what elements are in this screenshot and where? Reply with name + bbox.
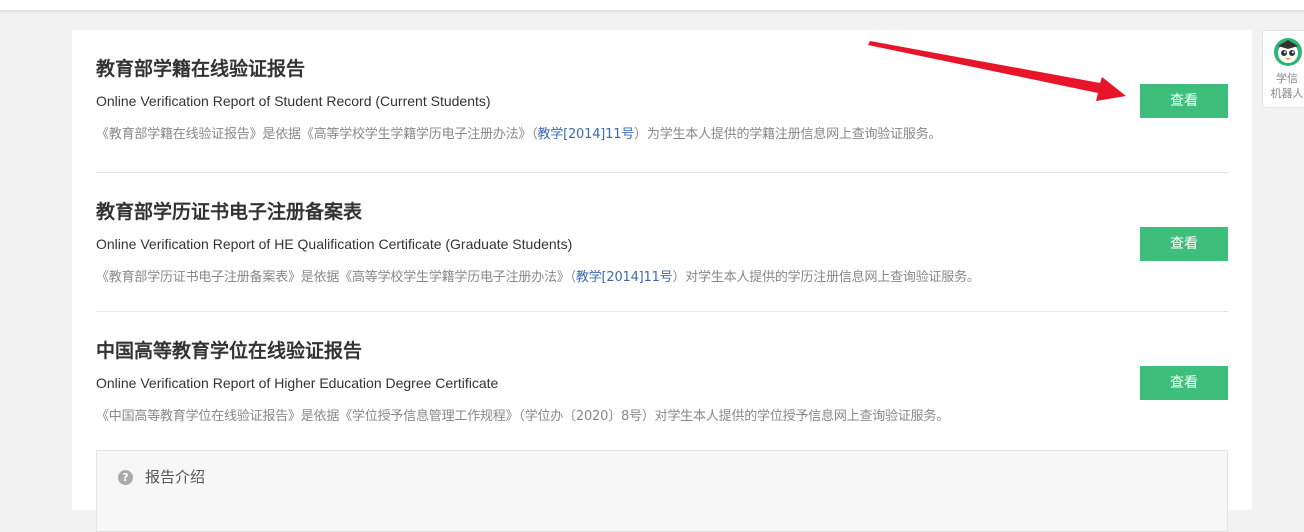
report-list-card: 教育部学籍在线验证报告 Online Verification Report o… [72,30,1252,532]
description-text: 《教育部学籍在线验证报告》是依据《高等学校学生学籍学历电子注册办法》（ [96,127,538,142]
robot-label-line2: 机器人 [1270,87,1304,100]
report-description: 《中国高等教育学位在线验证报告》是依据《学位授予信息管理工作规程》（学位办〔20… [96,408,949,426]
description-text: 《教育部学历证书电子注册备案表》是依据《高等学校学生学籍学历电子注册办法》（ [96,270,576,285]
robot-label-line1: 学信 [1276,72,1298,85]
view-button[interactable]: 查看 [1140,366,1228,400]
top-header-bar [0,0,1304,10]
view-button[interactable]: 查看 [1140,227,1228,261]
report-title-cn: 中国高等教育学位在线验证报告 [96,340,363,362]
description-text: ）为学生本人提供的学籍注册信息网上查询验证服务。 [634,127,942,142]
report-intro-panel[interactable]: ? 报告介绍 [96,450,1228,532]
report-title-en: Online Verification Report of Higher Edu… [96,375,499,391]
regulation-link[interactable]: 教学[2014]11号 [576,270,673,285]
report-item-qualification-certificate: 教育部学历证书电子注册备案表 Online Verification Repor… [96,173,1228,312]
report-title-cn: 教育部学历证书电子注册备案表 [96,201,363,223]
description-text: ）对学生本人提供的学历注册信息网上查询验证服务。 [672,270,980,285]
report-title-en: Online Verification Report of Student Re… [96,93,491,109]
report-description: 《教育部学历证书电子注册备案表》是依据《高等学校学生学籍学历电子注册办法》（教学… [96,269,980,287]
report-item-degree-certificate: 中国高等教育学位在线验证报告 Online Verification Repor… [96,312,1228,450]
regulation-link[interactable]: 教学[2014]11号 [538,127,635,142]
report-description: 《教育部学籍在线验证报告》是依据《高等学校学生学籍学历电子注册办法》（教学[20… [96,126,941,144]
report-title-cn: 教育部学籍在线验证报告 [96,58,306,80]
report-intro-label: 报告介绍 [145,468,206,486]
description-text: 《中国高等教育学位在线验证报告》是依据《学位授予信息管理工作规程》（学位办〔20… [96,409,950,424]
report-item-student-record: 教育部学籍在线验证报告 Online Verification Report o… [96,30,1228,173]
report-title-en: Online Verification Report of HE Qualifi… [96,236,573,252]
view-button[interactable]: 查看 [1140,84,1228,118]
xuexin-robot-widget[interactable]: 学信 机器人 [1262,30,1304,108]
robot-avatar-icon [1274,38,1302,66]
question-circle-icon: ? [118,470,133,485]
robot-label: 学信 机器人 [1263,71,1304,101]
